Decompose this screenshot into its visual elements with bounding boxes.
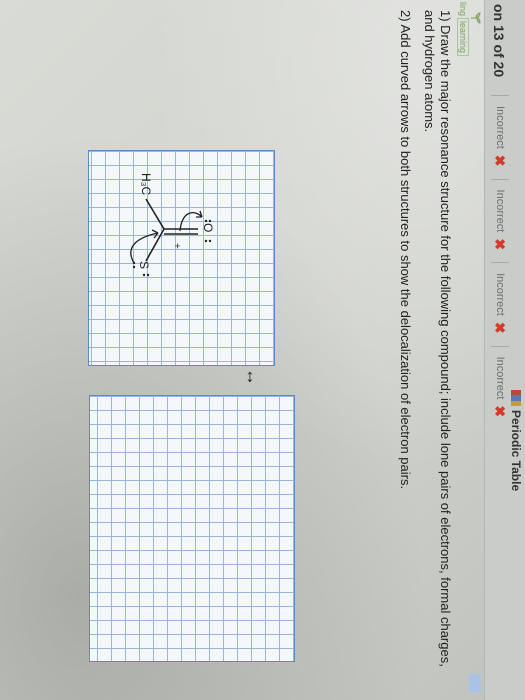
oxygen-label: O bbox=[201, 223, 215, 232]
formal-charge: + bbox=[171, 243, 182, 249]
attempt-label: Incorrect bbox=[494, 106, 506, 149]
question-counter: on 13 of 20 bbox=[491, 4, 507, 78]
attempt-label: Incorrect bbox=[494, 356, 506, 400]
sulfur-label: S bbox=[137, 261, 151, 269]
molecule-drawing: H₃C O S + bbox=[130, 173, 215, 277]
answer-drawing-canvas[interactable] bbox=[89, 395, 295, 662]
sprout-icon bbox=[471, 12, 481, 24]
methyl-label: H₃C bbox=[139, 173, 153, 196]
attempt-label: Incorrect bbox=[494, 189, 506, 233]
hint-button[interactable] bbox=[469, 674, 481, 692]
brand-tag: learning bbox=[457, 18, 469, 57]
brand-text: ling bbox=[458, 2, 468, 17]
incorrect-x-icon: ✖ bbox=[492, 238, 508, 251]
question-instructions: 1) Draw the major resonance structure fo… bbox=[389, 10, 453, 690]
question-header: on 13 of 20 Incorrect ✖ Incorrect ✖ Inco… bbox=[484, 0, 525, 700]
instruction-step-2: 2) Add curved arrows to both structures … bbox=[398, 10, 413, 490]
incorrect-x-icon: ✖ bbox=[492, 405, 508, 418]
periodic-table-label: Periodic Table bbox=[509, 410, 523, 492]
brand-logo: ling learning bbox=[457, 2, 469, 57]
attempt-label: Incorrect bbox=[494, 273, 506, 316]
incorrect-x-icon: ✖ bbox=[492, 321, 508, 334]
instruction-step-1: 1) Draw the major resonance structure fo… bbox=[422, 10, 453, 667]
attempt-history: Incorrect ✖ Incorrect ✖ Incorrect ✖ Inco… bbox=[491, 95, 509, 429]
incorrect-x-icon: ✖ bbox=[492, 154, 508, 167]
periodic-table-link[interactable]: Periodic Table bbox=[509, 390, 523, 491]
periodic-table-icon bbox=[511, 390, 521, 406]
attempt-1[interactable]: Incorrect ✖ bbox=[491, 95, 509, 177]
screen-content: on 13 of 20 Incorrect ✖ Incorrect ✖ Inco… bbox=[0, 0, 525, 700]
resonance-arrow: ↔ bbox=[243, 368, 263, 386]
attempt-4[interactable]: Incorrect ✖ bbox=[491, 345, 509, 428]
attempt-2[interactable]: Incorrect ✖ bbox=[491, 178, 509, 261]
attempt-3[interactable]: Incorrect ✖ bbox=[491, 262, 509, 344]
given-structure-canvas[interactable]: H₃C O S + bbox=[88, 150, 275, 366]
